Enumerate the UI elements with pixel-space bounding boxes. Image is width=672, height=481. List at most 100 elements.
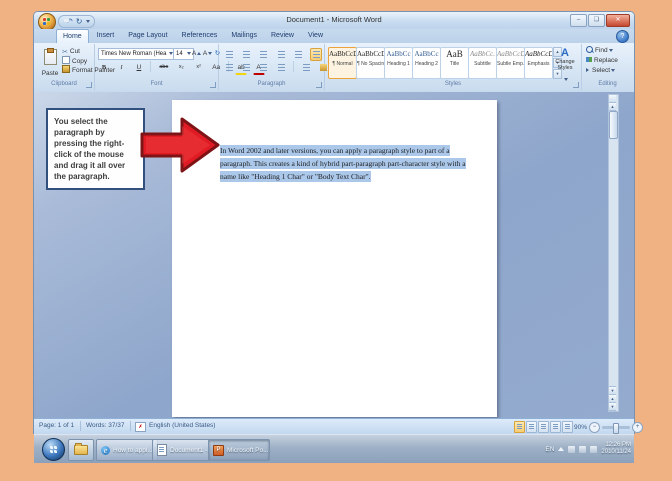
subscript-button[interactable]: x₂ bbox=[175, 61, 187, 74]
cut-icon: ✂ bbox=[62, 48, 68, 54]
document-paragraph[interactable]: In Word 2002 and later versions, you can… bbox=[220, 144, 472, 183]
scroll-down-button[interactable]: ▼ bbox=[609, 386, 616, 395]
underline-button[interactable]: U bbox=[133, 61, 145, 74]
select-icon bbox=[586, 68, 589, 72]
show-hidden-icons-button[interactable] bbox=[558, 447, 564, 451]
taskbar-item-ie[interactable]: e How to appl... bbox=[96, 439, 158, 461]
line-spacing-button[interactable] bbox=[300, 61, 312, 74]
language-badge[interactable]: EN bbox=[545, 446, 554, 453]
zoom-level[interactable]: 90% bbox=[574, 424, 587, 431]
grow-font-button[interactable]: A bbox=[191, 48, 202, 59]
increase-indent-button[interactable] bbox=[293, 48, 305, 61]
italic-button[interactable]: I bbox=[115, 61, 127, 74]
strikethrough-button[interactable]: abc bbox=[158, 61, 170, 74]
status-bar: Page: 1 of 1 Words: 37/37 ✗ English (Uni… bbox=[34, 418, 634, 434]
powerpoint-icon: P bbox=[213, 445, 224, 456]
tab-insert[interactable]: Insert bbox=[91, 29, 121, 42]
clipboard-group: Paste ✂Cut Copy Format Painter Clipboard bbox=[34, 44, 95, 90]
taskbar-item-word-label: Document1 -... bbox=[170, 447, 213, 454]
tab-view[interactable]: View bbox=[302, 29, 329, 42]
font-name-combo[interactable]: Times New Roman (Hea bbox=[98, 48, 176, 60]
align-center-button[interactable] bbox=[240, 61, 252, 74]
scrollbar-thumb[interactable] bbox=[609, 111, 618, 139]
vertical-scrollbar[interactable]: ▲ ▼ ▲ ▼ bbox=[608, 94, 619, 412]
cut-button[interactable]: ✂Cut bbox=[62, 47, 80, 56]
zoom-slider-thumb[interactable] bbox=[613, 423, 619, 434]
style-no-spacing[interactable]: AaBbCcDd¶ No Spacing bbox=[356, 47, 385, 79]
zoom-out-button[interactable]: − bbox=[589, 422, 600, 433]
close-button[interactable]: ✕ bbox=[606, 14, 630, 27]
tab-review[interactable]: Review bbox=[265, 29, 300, 42]
zoom-in-button[interactable]: + bbox=[632, 422, 643, 433]
fullscreen-view-button[interactable] bbox=[526, 421, 537, 433]
find-button[interactable]: Find bbox=[586, 46, 613, 56]
word-count[interactable]: Words: 37/37 bbox=[86, 422, 125, 429]
page-indicator[interactable]: Page: 1 of 1 bbox=[39, 422, 74, 429]
find-label: Find bbox=[595, 47, 608, 54]
help-button[interactable]: ? bbox=[616, 30, 629, 43]
font-dialog-launcher[interactable] bbox=[210, 82, 216, 88]
action-center-icon[interactable] bbox=[568, 446, 575, 453]
superscript-button[interactable]: x² bbox=[193, 61, 205, 74]
outline-view-button[interactable] bbox=[550, 421, 561, 433]
zoom-controls: 90% − + bbox=[574, 422, 643, 433]
style-heading-2[interactable]: AaBbCcHeading 2 bbox=[412, 47, 441, 79]
align-right-button[interactable] bbox=[258, 61, 270, 74]
selected-text[interactable]: In Word 2002 and later versions, you can… bbox=[220, 145, 466, 182]
ruler-toggle-button[interactable] bbox=[609, 95, 616, 103]
decrease-indent-button[interactable] bbox=[275, 48, 287, 61]
spellcheck-status-icon[interactable]: ✗ bbox=[135, 422, 146, 432]
bullets-button[interactable] bbox=[223, 48, 235, 61]
tab-mailings[interactable]: Mailings bbox=[225, 29, 263, 42]
previous-page-button[interactable]: ▲ bbox=[609, 395, 616, 403]
start-button[interactable] bbox=[42, 438, 65, 461]
draft-view-button[interactable] bbox=[562, 421, 573, 433]
editing-group: Find Replace Select Editing bbox=[582, 44, 633, 90]
shrink-font-icon: A bbox=[203, 50, 207, 57]
bold-button[interactable]: B bbox=[98, 61, 110, 74]
styles-dialog-launcher[interactable] bbox=[573, 82, 579, 88]
network-icon[interactable] bbox=[579, 446, 586, 453]
zoom-slider[interactable] bbox=[602, 426, 630, 429]
align-left-button[interactable] bbox=[223, 61, 235, 74]
style-emphasis[interactable]: AaBbCcDdEmphasis bbox=[524, 47, 553, 79]
copy-icon bbox=[62, 56, 70, 64]
explorer-button[interactable] bbox=[68, 439, 94, 461]
select-label: Select bbox=[592, 67, 610, 74]
paragraph-dialog-launcher[interactable] bbox=[316, 82, 322, 88]
style-subtle-emphasis[interactable]: AaBbCcDdSubtle Emp... bbox=[496, 47, 525, 79]
justify-button[interactable] bbox=[275, 61, 287, 74]
style-heading-1[interactable]: AaBbCcHeading 1 bbox=[384, 47, 413, 79]
style-subtitle[interactable]: AaBbCc.Subtitle bbox=[468, 47, 497, 79]
tab-references[interactable]: References bbox=[176, 29, 224, 42]
font-group: Times New Roman (Hea 14 A A ↻ B I U abc … bbox=[95, 44, 219, 90]
callout-text: You select the paragraph by pressing the… bbox=[54, 117, 125, 181]
taskbar-item-word[interactable]: Document1 -... bbox=[152, 439, 214, 461]
volume-icon[interactable] bbox=[590, 446, 597, 453]
style-normal[interactable]: AaBbCcDd¶ Normal bbox=[328, 47, 357, 79]
clock[interactable]: 12:26 PM 2010/11/24 bbox=[601, 442, 631, 456]
text-direction-button[interactable] bbox=[310, 48, 322, 61]
print-layout-view-button[interactable] bbox=[514, 421, 525, 433]
replace-button[interactable]: Replace bbox=[586, 56, 618, 66]
style-title[interactable]: AaBTitle bbox=[440, 47, 469, 79]
red-arrow bbox=[140, 114, 222, 176]
screen-capture: ↶ ↻ Document1 - Microsoft Word – ❑ ✕ Hom… bbox=[34, 12, 634, 462]
select-button[interactable]: Select bbox=[586, 66, 615, 76]
restore-button[interactable]: ❑ bbox=[588, 14, 605, 27]
multilevel-list-button[interactable] bbox=[258, 48, 270, 61]
tab-page-layout[interactable]: Page Layout bbox=[122, 29, 173, 42]
clipboard-dialog-launcher[interactable] bbox=[86, 82, 92, 88]
minimize-button[interactable]: – bbox=[570, 14, 587, 27]
styles-group-label: Styles bbox=[325, 80, 581, 89]
window-controls: – ❑ ✕ bbox=[570, 14, 630, 27]
taskbar-item-powerpoint[interactable]: P Microsoft Po... bbox=[208, 439, 270, 461]
paste-button[interactable]: Paste bbox=[38, 47, 62, 81]
language-indicator[interactable]: English (United States) bbox=[149, 422, 215, 429]
clipboard-group-label: Clipboard bbox=[34, 80, 94, 89]
tab-home[interactable]: Home bbox=[56, 29, 89, 43]
next-page-button[interactable]: ▼ bbox=[609, 403, 616, 411]
web-layout-view-button[interactable] bbox=[538, 421, 549, 433]
numbering-button[interactable] bbox=[240, 48, 252, 61]
scroll-up-button[interactable]: ▲ bbox=[609, 103, 616, 111]
